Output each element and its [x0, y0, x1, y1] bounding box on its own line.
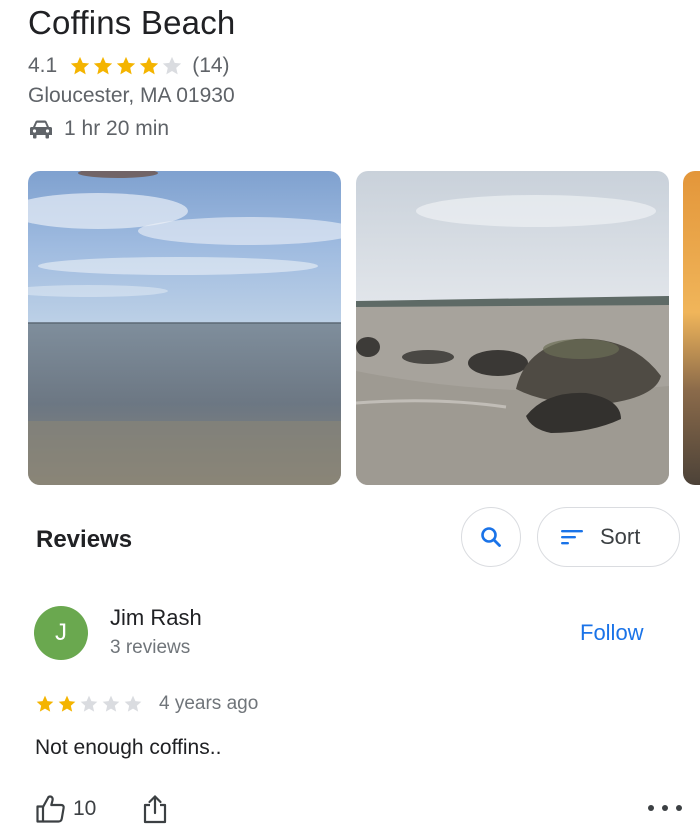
review-stars: [35, 694, 145, 714]
star-icon: [71, 56, 90, 75]
photo-beach-water[interactable]: [28, 171, 341, 485]
drive-time-row[interactable]: 1 hr 20 min: [28, 115, 169, 143]
address: Gloucester, MA 01930: [28, 84, 235, 107]
share-icon: [144, 795, 167, 824]
sort-icon: [561, 530, 583, 545]
star-icon: [94, 56, 113, 75]
search-icon: [481, 527, 501, 547]
reviewer-review-count: 3 reviews: [110, 637, 191, 658]
review-rating: 4 years ago: [35, 692, 258, 716]
star-icon: [117, 56, 136, 75]
like-count: 10: [73, 797, 97, 820]
more-dot: [662, 805, 668, 811]
like-button[interactable]: 10: [35, 794, 96, 824]
star-icon: [80, 695, 98, 712]
star-icon: [36, 695, 54, 712]
star-icon: [124, 695, 142, 712]
follow-button[interactable]: Follow: [580, 620, 644, 646]
review-text: Not enough coffins..: [35, 736, 222, 759]
rating-stars: [69, 55, 184, 77]
place-title: Coffins Beach: [28, 4, 236, 41]
photo-sunset[interactable]: [683, 171, 700, 485]
drive-time: 1 hr 20 min: [64, 117, 170, 140]
star-icon: [140, 56, 159, 75]
rating-value: 4.1: [28, 54, 58, 77]
reviewer-name[interactable]: Jim Rash: [110, 605, 202, 631]
star-icon: [58, 695, 76, 712]
car-icon: [30, 120, 52, 139]
reviews-heading: Reviews: [36, 526, 133, 553]
rating-row[interactable]: 4.1 (14): [28, 52, 230, 80]
thumb-up-icon: [36, 795, 65, 823]
more-dot: [676, 805, 682, 811]
review-date: 4 years ago: [159, 693, 259, 714]
star-icon: [163, 56, 182, 75]
review-actions: 10: [35, 792, 168, 826]
avatar[interactable]: J: [34, 606, 88, 660]
more-horizontal-icon: [648, 805, 654, 811]
sort-button[interactable]: Sort: [537, 507, 680, 567]
more-options-button[interactable]: [648, 800, 682, 816]
share-button[interactable]: [142, 794, 168, 824]
star-icon: [102, 695, 120, 712]
search-reviews-button[interactable]: [461, 507, 521, 567]
photo-beach-rocks[interactable]: [356, 171, 669, 485]
review-count: (14): [192, 54, 230, 77]
sort-label: Sort: [600, 524, 641, 549]
